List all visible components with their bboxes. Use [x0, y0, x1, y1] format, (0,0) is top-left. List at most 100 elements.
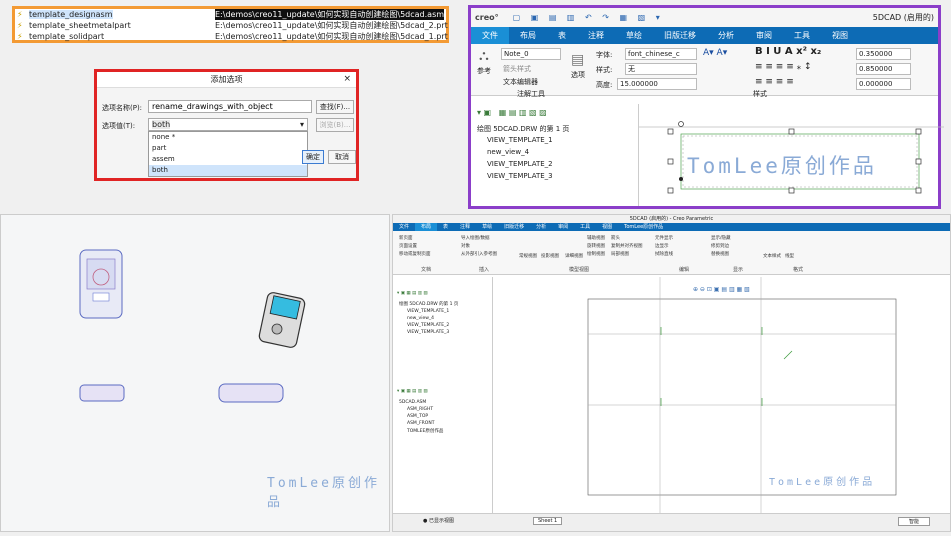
tab[interactable]: 布局 — [415, 223, 438, 231]
ribbon-button[interactable]: 线型 — [785, 253, 794, 259]
text-color-icon[interactable]: A▾ A▾ — [703, 48, 727, 58]
ribbon-button[interactable]: 替换视图 — [711, 251, 729, 257]
ribbon-button[interactable]: 复制并对齐视图 — [611, 243, 643, 249]
tab-legacy[interactable]: 旧版迁移 — [653, 27, 707, 44]
justify-icons[interactable]: ≡ ≡ ≡ ≡ — [755, 77, 794, 87]
ribbon-button[interactable]: 边显示 — [655, 243, 669, 249]
height-field[interactable]: 15.000000 — [617, 78, 697, 90]
ribbon-button[interactable]: 显示/隐藏 — [711, 235, 731, 241]
tab-table[interactable]: 表 — [547, 27, 577, 44]
filter-select[interactable]: 智能 — [897, 517, 930, 526]
reference-icon[interactable]: ⛬ — [479, 48, 489, 64]
style-field[interactable]: 无 — [625, 63, 697, 75]
model-view-pane[interactable]: TomLee原创作品 — [0, 214, 390, 532]
ribbon-button[interactable]: 导入绘图/数据 — [461, 235, 490, 241]
list-item[interactable]: ⚡ template_designasm E:\demos\creo11_upd… — [15, 8, 446, 20]
select-icon[interactable]: ▤ — [571, 52, 584, 68]
tab[interactable]: 分析 — [530, 223, 552, 231]
tab[interactable]: 注释 — [454, 223, 476, 231]
tree-toolbar-icons[interactable]: ▾ ▣ ▦ ▤ ▥ ▧ ▨ — [477, 108, 547, 117]
ribbon-button[interactable]: 拭除直线 — [655, 251, 673, 257]
ribbon-button[interactable]: 页面设置 — [399, 243, 417, 249]
dropdown-option[interactable]: assem — [149, 154, 307, 165]
drawing-canvas[interactable]: TomLee原创作品 — [639, 104, 944, 206]
tab-analysis[interactable]: 分析 — [707, 27, 745, 44]
tree-item[interactable]: VIEW_TEMPLATE_2 — [487, 160, 553, 168]
tree-item[interactable]: VIEW_TEMPLATE_3 — [487, 172, 553, 180]
value-field-3[interactable]: 0.000000 — [856, 78, 911, 90]
tree-item[interactable]: ASM_TOP — [407, 414, 428, 419]
view-toolbar-icons[interactable]: ⊕ ⊖ ⊡ ▣ ▤ ▥ ▦ ▧ — [693, 286, 750, 293]
option-value-select[interactable]: both ▾ — [148, 118, 308, 131]
tree-item[interactable]: VIEW_TEMPLATE_3 — [407, 330, 449, 335]
ribbon-button[interactable]: 元件显示 — [655, 235, 673, 241]
ribbon-button[interactable]: 常规视图 — [519, 253, 537, 259]
tab[interactable]: 草绘 — [476, 223, 498, 231]
tab[interactable]: 审阅 — [552, 223, 574, 231]
drawing-area[interactable]: ⊕ ⊖ ⊡ ▣ ▤ ▥ ▦ ▧ TomLee原创作品 — [493, 277, 950, 515]
cancel-button[interactable]: 取消 — [328, 150, 356, 164]
ribbon-button[interactable]: 对象 — [461, 243, 470, 249]
tab[interactable]: 表 — [437, 223, 454, 231]
tree-item[interactable]: new_view_4 — [407, 316, 434, 321]
tree-item[interactable]: VIEW_TEMPLATE_2 — [407, 323, 449, 328]
ribbon-button[interactable]: 绘制视图 — [587, 251, 605, 257]
tab[interactable]: TomLee原创作品 — [618, 223, 669, 231]
sheet-tab[interactable]: Sheet 1 — [533, 517, 563, 525]
dropdown-option[interactable]: part — [149, 143, 307, 154]
tab-sketch[interactable]: 草绘 — [615, 27, 653, 44]
tab-file[interactable]: 文件 — [471, 27, 509, 44]
format-buttons[interactable]: B I U A x² x₂ — [755, 46, 821, 57]
ribbon-group-label: 文档 — [421, 267, 432, 273]
ribbon-button[interactable]: 辅助视图 — [587, 235, 605, 241]
browse-button[interactable]: 浏览(B)... — [316, 118, 354, 132]
close-icon[interactable]: × — [343, 74, 351, 84]
tree-item[interactable]: new_view_4 — [487, 148, 529, 156]
ok-button[interactable]: 确定 — [302, 150, 324, 164]
list-item[interactable]: ⚡ template_sheetmetalpart E:\demos\creo1… — [15, 20, 448, 30]
tab[interactable]: 文件 — [393, 223, 415, 231]
ribbon-button[interactable]: 详细视图 — [565, 253, 583, 259]
quick-access-icons[interactable]: ▢ ▣ ▤ ▥ ↶ ↷ ▦ ▧ ▾ — [513, 13, 664, 22]
tree-item[interactable]: 5DCAD.ASM — [399, 400, 426, 405]
list-item[interactable]: ⚡ template_solidpart E:\demos\creo11_upd… — [15, 31, 448, 41]
ribbon-button[interactable]: 局部视图 — [611, 251, 629, 257]
arrow-style-label[interactable]: 箭头样式 — [503, 64, 531, 74]
option-name-input[interactable] — [148, 100, 312, 113]
quick-access-toolbar: creo° ▢ ▣ ▤ ▥ ↶ ↷ ▦ ▧ ▾ 5DCAD (启用的) — [471, 8, 938, 27]
tab-view[interactable]: 视图 — [821, 27, 859, 44]
ribbon-button[interactable]: 箭头 — [611, 235, 620, 241]
ribbon-button[interactable]: 新页面 — [399, 235, 413, 241]
tab-annotate[interactable]: 注释 — [577, 27, 615, 44]
align-icons[interactable]: ≡ ≡ ≡ ≡ ⁎ ↕ — [755, 62, 812, 72]
tab-review[interactable]: 审阅 — [745, 27, 783, 44]
value-field-2[interactable]: 0.850000 — [856, 63, 911, 75]
tree-item[interactable]: TOMLEE原创作品 — [407, 428, 443, 434]
tab[interactable]: 旧版迁移 — [498, 223, 530, 231]
tree-toolbar-icons[interactable]: ▾ ▣ ▦ ▤ ▥ ▧ — [397, 291, 428, 296]
ribbon-button[interactable]: 从外部引入参考图 — [461, 251, 497, 257]
dropdown-option[interactable]: none * — [149, 132, 307, 143]
note-name-field[interactable]: Note_0 — [501, 48, 561, 60]
ribbon-button[interactable]: 旋转视图 — [587, 243, 605, 249]
tree-item[interactable]: ASM_FRONT — [407, 421, 434, 426]
tree-header: 绘图 5DCAD.DRW 的第 1 页 — [399, 302, 459, 307]
tab[interactable]: 视图 — [596, 223, 618, 231]
font-field[interactable]: font_chinese_c — [625, 48, 697, 60]
ribbon-button[interactable]: 移动或复制页面 — [399, 251, 431, 257]
tree-toolbar-icons[interactable]: ▾ ▣ ▦ ▤ ▥ ▧ — [397, 389, 428, 394]
chevron-down-icon: ▾ — [299, 120, 304, 129]
ribbon-button[interactable]: 文本样式 — [763, 253, 781, 259]
text-editor-button[interactable]: 文本编辑器 — [503, 77, 538, 87]
ribbon-button[interactable]: 修剪到边 — [711, 243, 729, 249]
dropdown-option[interactable]: both — [149, 165, 307, 176]
tab-layout[interactable]: 布局 — [509, 27, 547, 44]
tab[interactable]: 工具 — [574, 223, 596, 231]
ribbon-button[interactable]: 投影视图 — [541, 253, 559, 259]
value-field-1[interactable]: 0.350000 — [856, 48, 911, 60]
tree-item[interactable]: VIEW_TEMPLATE_1 — [407, 309, 449, 314]
tab-tools[interactable]: 工具 — [783, 27, 821, 44]
tree-item[interactable]: VIEW_TEMPLATE_1 — [487, 136, 553, 144]
find-button[interactable]: 查找(F)... — [316, 100, 354, 114]
tree-item[interactable]: ASM_RIGHT — [407, 407, 433, 412]
